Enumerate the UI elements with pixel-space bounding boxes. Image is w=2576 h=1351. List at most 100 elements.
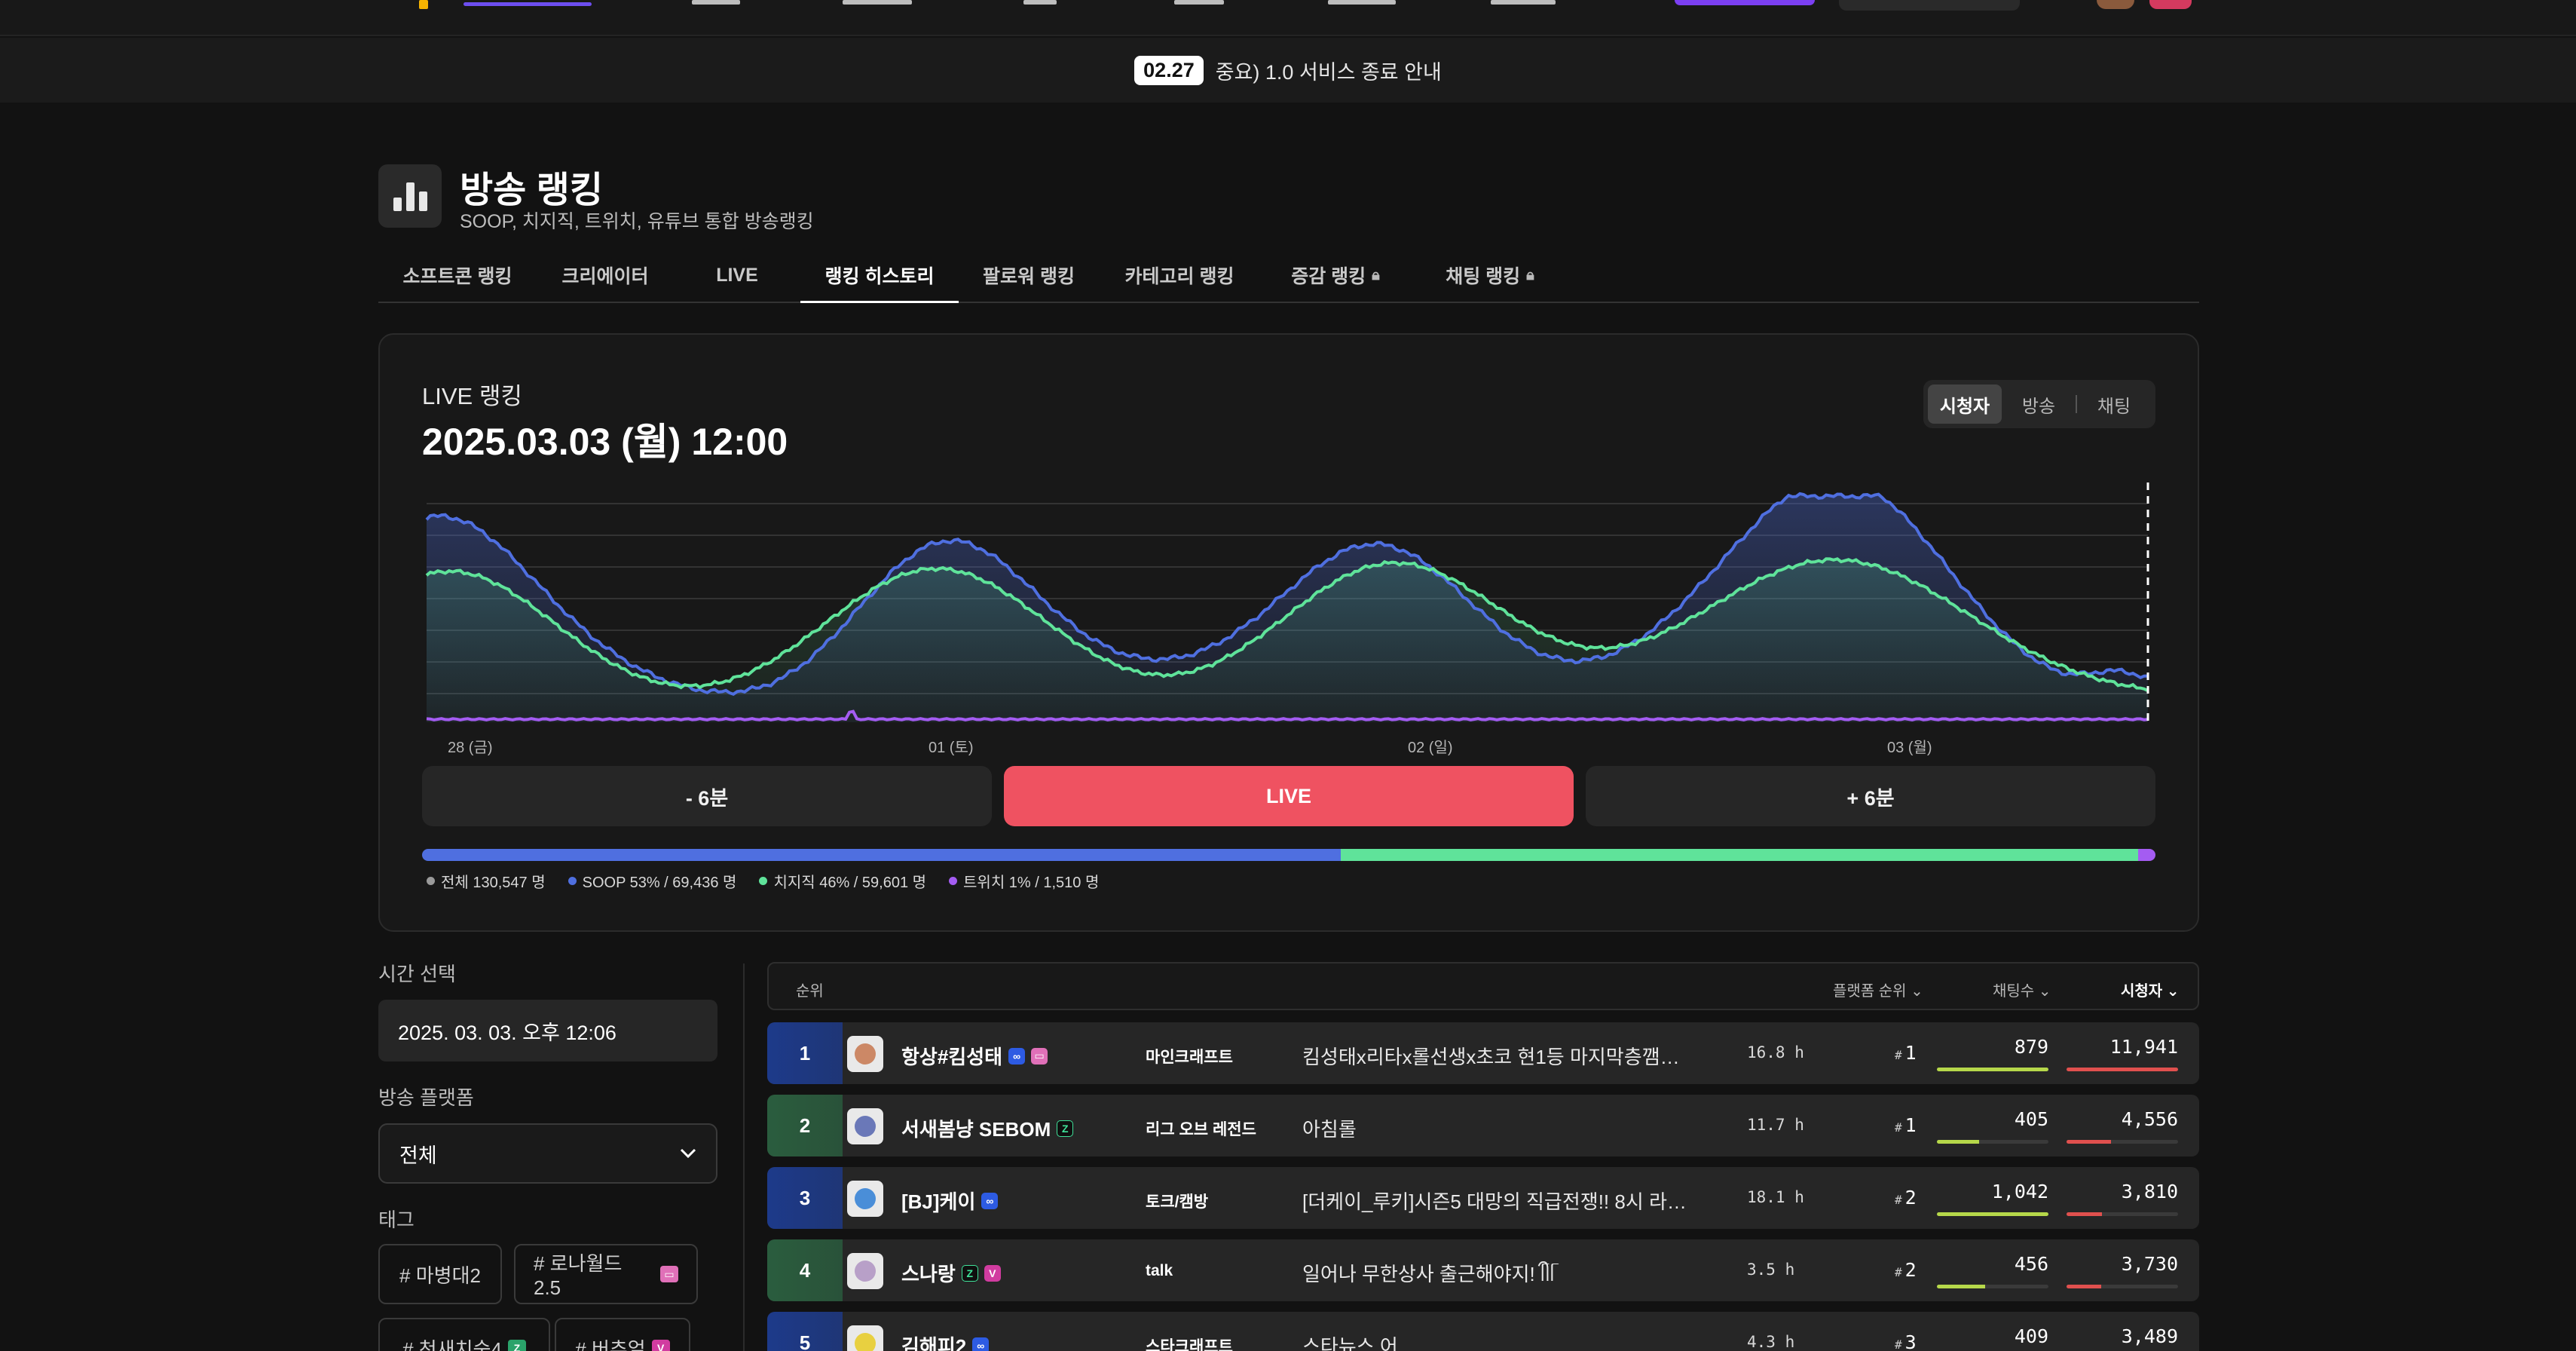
row-viewers: 4,556 bbox=[2121, 1108, 2178, 1130]
row-chat-count: 409 bbox=[2014, 1325, 2048, 1347]
tag-chip[interactable]: # 천새치숲4 Z bbox=[378, 1318, 550, 1351]
streamer-name[interactable]: 스나랑 Z V bbox=[901, 1259, 1001, 1287]
row-stream-title[interactable]: 일어나 무한상사 출근해야지! ᥬᩤᥬ bbox=[1302, 1259, 1694, 1291]
time-select-input[interactable]: 2025. 03. 03. 오후 12:06 bbox=[378, 1000, 717, 1062]
viewers-bar bbox=[2067, 1068, 2178, 1071]
avatar[interactable] bbox=[847, 1253, 883, 1289]
row-stream-title[interactable]: [더케이_루키]시즌5 대망의 직급전쟁!! 8시 라스... bbox=[1302, 1187, 1694, 1215]
tab-follower-ranking[interactable]: 팔로워 랭킹 bbox=[959, 249, 1099, 302]
soop-badge-icon: ∞ bbox=[1008, 1047, 1026, 1065]
row-hours: 11.7 h bbox=[1747, 1116, 1804, 1134]
tab-category-ranking[interactable]: 카테고리 랭킹 bbox=[1099, 249, 1260, 302]
chart-svg: 28 (금) 01 (토) 02 (일) 03 (월) bbox=[425, 482, 2149, 756]
tag-chip[interactable]: # 로나월드 2.5 ▭ bbox=[514, 1244, 698, 1304]
table-row[interactable]: 4 스나랑 Z V talk 일어나 무한상사 출근해야지! ᥬᩤᥬ 3.5 h #… bbox=[767, 1239, 2199, 1301]
tag-badge: Z bbox=[507, 1340, 526, 1351]
plus-6min-button[interactable]: + 6분 bbox=[1586, 766, 2155, 826]
x-tick-label: 02 (일) bbox=[1408, 739, 1453, 756]
streamer-name[interactable]: 항상#킴성태 ∞ ▭ bbox=[901, 1042, 1048, 1070]
search-input[interactable] bbox=[1839, 0, 2020, 11]
nav-pink-button[interactable] bbox=[2149, 0, 2192, 9]
tag-badge: ▭ bbox=[660, 1266, 678, 1282]
row-rank: 2 bbox=[767, 1095, 843, 1156]
user-avatar[interactable] bbox=[2097, 0, 2134, 9]
viewer-history-chart[interactable]: 28 (금) 01 (토) 02 (일) 03 (월) bbox=[422, 467, 2155, 761]
legend-chzzk: 치지직 46% / 59,601 명 bbox=[759, 870, 926, 892]
nav-item[interactable] bbox=[1328, 0, 1396, 8]
table-row[interactable]: 2 서새봄냥 SEBOM Z 리그 오브 레전드 아침롤 11.7 h #1 40… bbox=[767, 1095, 2199, 1156]
share-segment-twitch bbox=[2138, 849, 2155, 861]
live-button[interactable]: LIVE bbox=[1004, 766, 1574, 826]
page-subtitle: SOOP, 치지직, 트위치, 유튜브 통합 방송랭킹 bbox=[460, 211, 814, 232]
platform-select[interactable]: 전체 bbox=[378, 1123, 717, 1184]
header-viewers[interactable]: 시청자 ⌄ bbox=[2121, 979, 2180, 1000]
toggle-viewers[interactable]: 시청자 bbox=[1928, 384, 2002, 424]
row-category[interactable]: 리그 오브 레전드 bbox=[1146, 1117, 1256, 1140]
metric-toggle: 시청자 방송 채팅 bbox=[1923, 380, 2155, 428]
row-category[interactable]: 토크/캠방 bbox=[1146, 1190, 1208, 1212]
legend-twitch: 트위치 1% / 1,510 명 bbox=[949, 870, 1099, 892]
x-tick-label: 01 (토) bbox=[929, 740, 974, 756]
row-viewers: 3,489 bbox=[2121, 1325, 2178, 1347]
nav-item[interactable] bbox=[843, 0, 912, 8]
row-category[interactable]: talk bbox=[1146, 1262, 1173, 1280]
row-platform-rank: #1 bbox=[1895, 1042, 1917, 1064]
notice-bar[interactable]: 02.27 중요) 1.0 서비스 종료 안내 bbox=[0, 38, 2576, 103]
card-label: LIVE 랭킹 bbox=[422, 383, 522, 409]
row-category[interactable]: 마인크래프트 bbox=[1146, 1045, 1233, 1068]
tag-chip[interactable]: # 버츄얼 V bbox=[555, 1318, 690, 1351]
platform-share-bar bbox=[422, 849, 2155, 861]
nav-item[interactable] bbox=[692, 0, 740, 8]
row-hours: 18.1 h bbox=[1747, 1188, 1804, 1206]
streamer-name[interactable]: 김해피2 ∞ bbox=[901, 1331, 990, 1351]
toggle-chat[interactable]: 채팅 bbox=[2077, 384, 2151, 424]
streamer-name[interactable]: [BJ]케이 ∞ bbox=[901, 1187, 999, 1215]
tag-label: 태그 bbox=[378, 1209, 415, 1231]
row-rank: 3 bbox=[767, 1167, 843, 1229]
row-platform-rank: #2 bbox=[1895, 1187, 1917, 1209]
avatar[interactable] bbox=[847, 1108, 883, 1144]
legend-total: 전체 130,547 명 bbox=[427, 870, 546, 892]
lock-icon: 🔒︎ bbox=[1526, 266, 1534, 283]
table-row[interactable]: 1 항상#킴성태 ∞ ▭ 마인크래프트 킴성태x리타x롤선생x초코 현1등 마지막층… bbox=[767, 1022, 2199, 1084]
avatar[interactable] bbox=[847, 1036, 883, 1072]
table-row[interactable]: 5 김해피2 ∞ 스타크래프트 스타뉴스 어................. 4… bbox=[767, 1312, 2199, 1351]
nav-action-button[interactable] bbox=[1675, 0, 1815, 5]
header-platform-rank[interactable]: 플랫폼 순위 ⌄ bbox=[1833, 979, 1923, 1000]
notice-date: 02.27 bbox=[1134, 55, 1204, 85]
soop-badge-icon: ∞ bbox=[981, 1192, 999, 1209]
vtuber-badge-icon: V bbox=[984, 1264, 1001, 1282]
tag-badge: V bbox=[651, 1340, 670, 1351]
viewers-bar bbox=[2067, 1140, 2178, 1144]
tab-live[interactable]: LIVE bbox=[674, 249, 800, 302]
row-rank: 1 bbox=[767, 1022, 843, 1084]
nav-item[interactable] bbox=[1023, 0, 1057, 8]
card-datetime: 2025.03.03 (월) 12:00 bbox=[422, 421, 788, 463]
toggle-broadcasts[interactable]: 방송 bbox=[2002, 384, 2076, 424]
row-stream-title[interactable]: 아침롤 bbox=[1302, 1114, 1694, 1142]
avatar[interactable] bbox=[847, 1325, 883, 1351]
avatar[interactable] bbox=[847, 1181, 883, 1217]
row-stream-title[interactable]: 킴성태x리타x롤선생x초코 현1등 마지막층깸니다 ... bbox=[1302, 1042, 1694, 1070]
table-row[interactable]: 3 [BJ]케이 ∞ 토크/캠방 [더케이_루키]시즌5 대망의 직급전쟁!! 8… bbox=[767, 1167, 2199, 1229]
row-chat-count: 1,042 bbox=[1991, 1181, 2048, 1202]
nav-item[interactable] bbox=[1491, 0, 1556, 8]
row-category[interactable]: 스타크래프트 bbox=[1146, 1334, 1233, 1351]
tag-chip[interactable]: # 마병대2 bbox=[378, 1244, 502, 1304]
lock-icon: 🔒︎ bbox=[1372, 266, 1380, 283]
notice-text[interactable]: 중요) 1.0 서비스 종료 안내 bbox=[1216, 56, 1442, 85]
tab-change-ranking[interactable]: 증감 랭킹 🔒︎ bbox=[1260, 249, 1411, 302]
tab-ranking-history[interactable]: 랭킹 히스토리 bbox=[800, 249, 959, 303]
streamer-name[interactable]: 서새봄냥 SEBOM Z bbox=[901, 1114, 1074, 1142]
minus-6min-button[interactable]: - 6분 bbox=[422, 766, 992, 826]
tab-chat-ranking[interactable]: 채팅 랭킹 🔒︎ bbox=[1411, 249, 1569, 302]
tab-softcon-ranking[interactable]: 소프트콘 랭킹 bbox=[378, 249, 537, 302]
header-chat-count[interactable]: 채팅수 ⌄ bbox=[1993, 979, 2051, 1000]
tab-creator[interactable]: 크리에이터 bbox=[537, 249, 674, 302]
chat-bar bbox=[1937, 1068, 2048, 1071]
chzzk-area bbox=[427, 559, 2148, 722]
row-hours: 16.8 h bbox=[1747, 1043, 1804, 1062]
row-stream-title[interactable]: 스타뉴스 어................. bbox=[1302, 1331, 1694, 1351]
nav-item[interactable] bbox=[1174, 0, 1224, 8]
site-logo[interactable] bbox=[419, 0, 428, 9]
